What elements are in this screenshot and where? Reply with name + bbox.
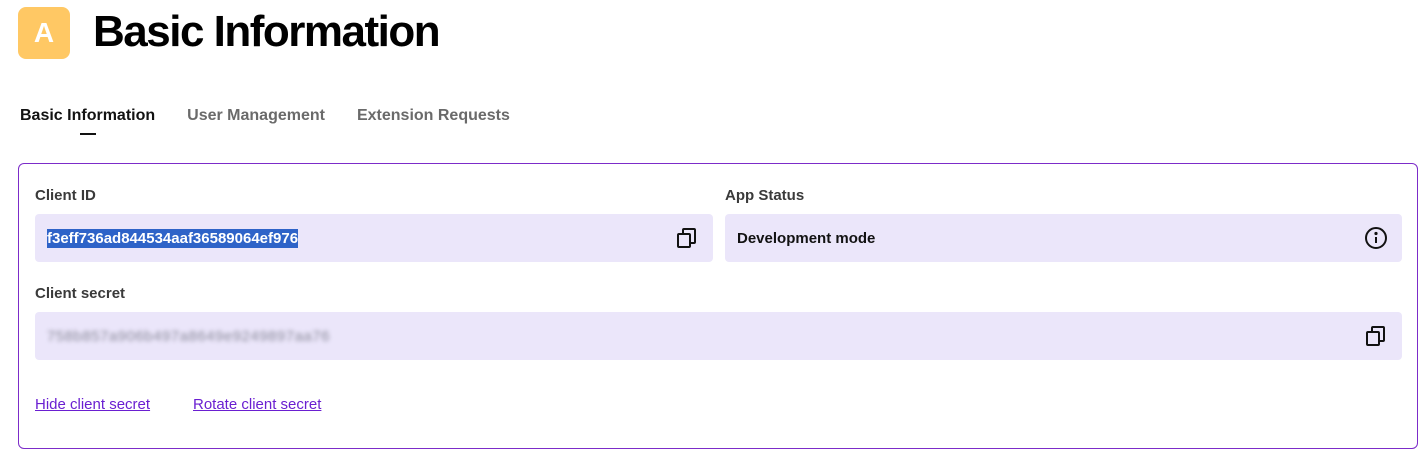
info-icon (1365, 227, 1387, 249)
tab-user-management[interactable]: User Management (187, 106, 325, 140)
client-secret-field[interactable]: 758b857a906b497a8649e9249897aa76 (35, 312, 1402, 360)
client-id-value[interactable]: f3eff736ad844534aaf36589064ef976 (47, 228, 299, 248)
avatar: A (18, 7, 70, 59)
app-status-label: App Status (725, 187, 805, 204)
tab-basic-information[interactable]: Basic Information (20, 106, 155, 140)
rotate-client-secret-link[interactable]: Rotate client secret (193, 396, 321, 413)
tab-bar: Basic Information User Management Extens… (20, 106, 542, 140)
page-title: Basic Information (93, 7, 441, 56)
client-secret-value: 758b857a906b497a8649e9249897aa76 (47, 327, 330, 345)
app-status-info-button[interactable] (1362, 224, 1390, 252)
client-secret-label: Client secret (35, 285, 126, 302)
app-status-field: Development mode (725, 214, 1402, 262)
copy-icon (677, 228, 696, 248)
copy-icon (1366, 326, 1385, 346)
basic-info-card: Client ID f3eff736ad844534aaf36589064ef9… (18, 163, 1418, 449)
copy-client-secret-button[interactable] (1362, 322, 1390, 350)
hide-client-secret-link[interactable]: Hide client secret (35, 396, 150, 413)
copy-client-id-button[interactable] (673, 224, 701, 252)
tab-extension-requests[interactable]: Extension Requests (357, 106, 510, 140)
client-id-field[interactable]: f3eff736ad844534aaf36589064ef976 (35, 214, 713, 262)
client-id-label: Client ID (35, 187, 96, 204)
app-status-value: Development mode (737, 229, 876, 247)
